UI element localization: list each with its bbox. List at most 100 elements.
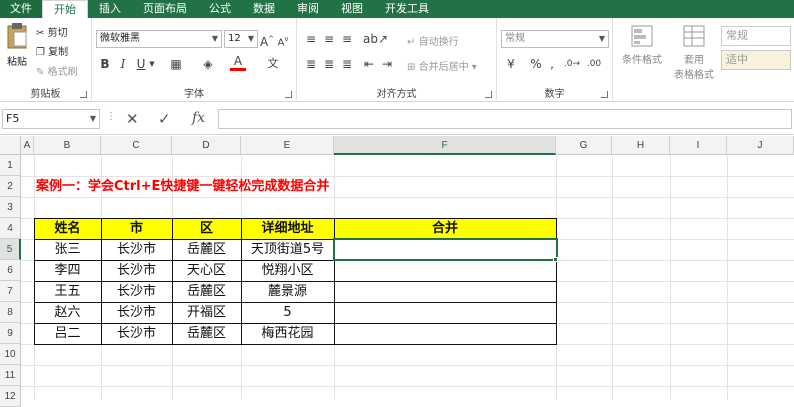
table-cell[interactable]: 天顶街道5号 (241, 239, 334, 260)
indent-decrease-icon[interactable]: ⇤ (361, 56, 377, 72)
decrease-decimal-icon[interactable]: .00 (585, 56, 603, 72)
table-cell[interactable]: 吕二 (34, 323, 101, 344)
column-header-i[interactable]: I (670, 136, 727, 155)
chevron-down-icon[interactable]: ▼ (148, 56, 156, 72)
align-middle-icon[interactable]: ≡ (321, 31, 337, 47)
table-cell[interactable]: 长沙市 (101, 239, 172, 260)
percent-button[interactable]: % (529, 56, 543, 72)
tab-view[interactable]: 视图 (330, 0, 374, 18)
table-header-city[interactable]: 市 (101, 218, 172, 239)
align-left-icon[interactable]: ≣ (303, 56, 319, 72)
row-header-1[interactable]: 1 (0, 155, 21, 176)
column-header-b[interactable]: B (34, 136, 101, 155)
font-color-icon[interactable]: A (230, 54, 246, 71)
increase-font-icon[interactable]: A^ (260, 31, 274, 50)
table-cell[interactable]: 张三 (34, 239, 101, 260)
increase-decimal-icon[interactable]: .0→ (563, 56, 581, 72)
table-cell[interactable]: 麓景源 (241, 281, 334, 302)
cancel-icon[interactable]: ✕ (126, 110, 139, 128)
align-center-icon[interactable]: ≣ (321, 56, 337, 72)
italic-button[interactable]: I (116, 56, 130, 72)
column-header-e[interactable]: E (241, 136, 334, 155)
border-icon[interactable]: ▦ (168, 56, 184, 72)
row-header-5[interactable]: 5 (0, 239, 21, 260)
insert-function-icon[interactable]: fx (192, 110, 205, 126)
clipboard-launcher-icon[interactable] (80, 91, 87, 98)
row-header-11[interactable]: 11 (0, 365, 21, 386)
row-header-8[interactable]: 8 (0, 302, 21, 323)
table-cell[interactable]: 长沙市 (101, 281, 172, 302)
row-header-6[interactable]: 6 (0, 260, 21, 281)
column-header-c[interactable]: C (101, 136, 172, 155)
format-as-table-button[interactable]: 套用 表格格式 (669, 24, 719, 81)
row-header-9[interactable]: 9 (0, 323, 21, 344)
conditional-format-button[interactable]: 条件格式 (617, 24, 667, 66)
row-header-4[interactable]: 4 (0, 218, 21, 239)
decrease-font-icon[interactable]: Av (276, 31, 290, 51)
table-cell[interactable]: 5 (241, 302, 334, 323)
select-all-corner[interactable] (0, 136, 21, 155)
align-bottom-icon[interactable]: ≡ (339, 31, 355, 47)
cut-button[interactable]: ✂ 剪切 (36, 24, 68, 39)
tab-review[interactable]: 审阅 (286, 0, 330, 18)
alignment-launcher-icon[interactable] (485, 91, 492, 98)
merge-center-button[interactable]: ⊞ 合并后居中 ▾ (407, 58, 477, 73)
align-top-icon[interactable]: ≡ (303, 31, 319, 47)
tab-page-layout[interactable]: 页面布局 (132, 0, 198, 18)
table-cell[interactable]: 岳麓区 (172, 323, 241, 344)
table-cell[interactable]: 赵六 (34, 302, 101, 323)
number-format-combo[interactable]: 常规 ▼ (501, 30, 609, 48)
row-header-2[interactable]: 2 (0, 176, 21, 197)
row-header-10[interactable]: 10 (0, 344, 21, 365)
column-header-h[interactable]: H (612, 136, 670, 155)
currency-icon[interactable]: ¥ (503, 56, 519, 72)
table-cell[interactable]: 岳麓区 (172, 281, 241, 302)
table-header-merge[interactable]: 合并 (334, 218, 556, 239)
row-header-3[interactable]: 3 (0, 197, 21, 218)
table-cell[interactable]: 岳麓区 (172, 239, 241, 260)
column-header-g[interactable]: G (556, 136, 612, 155)
style-normal[interactable]: 常规 (721, 26, 791, 46)
tab-insert[interactable]: 插入 (88, 0, 132, 18)
tab-home[interactable]: 开始 (42, 0, 88, 18)
paste-button[interactable]: 粘贴 (3, 22, 31, 74)
table-cell[interactable]: 悦翔小区 (241, 260, 334, 281)
row-header-7[interactable]: 7 (0, 281, 21, 302)
number-launcher-icon[interactable] (601, 91, 608, 98)
font-launcher-icon[interactable] (285, 91, 292, 98)
table-cell[interactable]: 李四 (34, 260, 101, 281)
column-header-f[interactable]: F (334, 136, 556, 155)
table-cell[interactable]: 长沙市 (101, 302, 172, 323)
bold-button[interactable]: B (98, 56, 112, 72)
table-header-name[interactable]: 姓名 (34, 218, 101, 239)
table-cell[interactable]: 王五 (34, 281, 101, 302)
tab-data[interactable]: 数据 (242, 0, 286, 18)
table-cell[interactable]: 天心区 (172, 260, 241, 281)
phonetic-icon[interactable]: 文 (264, 56, 282, 72)
fill-handle[interactable] (553, 257, 558, 262)
underline-button[interactable]: U (134, 56, 148, 72)
table-header-district[interactable]: 区 (172, 218, 241, 239)
format-painter-button[interactable]: ✎ 格式刷 (36, 63, 78, 78)
active-cell-outline[interactable] (333, 238, 558, 261)
formula-input[interactable] (218, 109, 792, 129)
wrap-text-button[interactable]: ↵ 自动换行 (407, 33, 459, 48)
tab-developer[interactable]: 开发工具 (374, 0, 440, 18)
font-name-combo[interactable]: 微软雅黑 ▼ (96, 30, 222, 48)
copy-button[interactable]: ❐ 复制 (36, 43, 68, 58)
table-cell[interactable]: 梅西花园 (241, 323, 334, 344)
page-title[interactable]: 案例一：学会Ctrl+E快捷键一键轻松完成数据合并 (36, 176, 329, 197)
name-box[interactable]: F5 ▼ (2, 109, 100, 129)
style-medium[interactable]: 适中 (721, 50, 791, 70)
table-header-address[interactable]: 详细地址 (241, 218, 334, 239)
confirm-icon[interactable]: ✓ (158, 110, 171, 128)
table-cell[interactable]: 长沙市 (101, 323, 172, 344)
table-cell[interactable]: 开福区 (172, 302, 241, 323)
column-header-j[interactable]: J (727, 136, 794, 155)
table-cell[interactable]: 长沙市 (101, 260, 172, 281)
fill-color-icon[interactable]: ◈ (200, 56, 216, 72)
tab-formulas[interactable]: 公式 (198, 0, 242, 18)
tab-file[interactable]: 文件 (0, 0, 42, 18)
font-size-combo[interactable]: 12 ▼ (224, 30, 258, 48)
row-header-12[interactable]: 12 (0, 386, 21, 407)
